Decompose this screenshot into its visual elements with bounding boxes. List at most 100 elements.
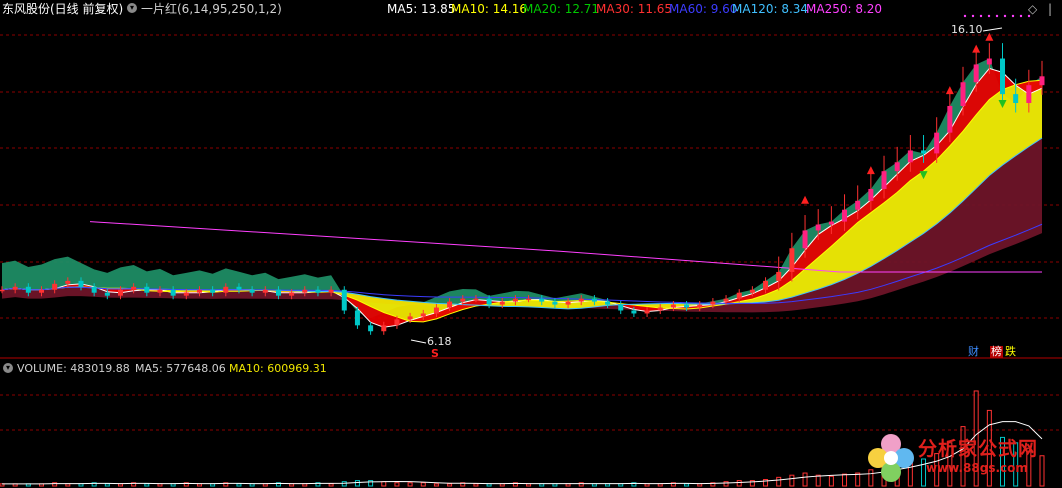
ma-ribbons (2, 58, 1042, 328)
volume-bar (262, 483, 268, 487)
candle-body (499, 301, 505, 305)
candle-body (815, 224, 821, 231)
up-arrow-icon (801, 195, 810, 204)
candle-body (1000, 58, 1006, 95)
volume-bar (644, 483, 650, 487)
candle-body (749, 289, 755, 293)
watermark-title: 分析家公式网 (918, 438, 1039, 460)
candle-body (131, 286, 137, 290)
finance-tag[interactable]: 财 (967, 346, 980, 358)
dot-marker (979, 14, 983, 18)
candle-body (170, 289, 176, 296)
candle-body (776, 271, 782, 281)
candle-body (144, 286, 150, 293)
candle-body (249, 289, 255, 293)
candle-body (644, 310, 650, 314)
candle-body (894, 162, 900, 172)
candle-body (618, 304, 624, 311)
dot-marker (971, 14, 975, 18)
volume-bar (381, 481, 387, 487)
volume-bar (289, 483, 295, 487)
candle-body (236, 286, 242, 290)
candle-body (407, 316, 413, 320)
volume-bar (354, 480, 360, 487)
candle-body (341, 289, 347, 311)
watermark-logo: 分析家公式网 www.88gs.com (866, 430, 1062, 488)
candle-body (631, 310, 637, 314)
candle-body (565, 301, 571, 305)
volume-bar (855, 472, 861, 487)
low-pointer (410, 339, 427, 344)
candle-body (473, 298, 479, 301)
candle-body (881, 171, 887, 189)
dot-marker (987, 14, 991, 18)
volume-bar (196, 483, 202, 487)
volume-bar (828, 475, 834, 487)
candle-body (12, 286, 18, 290)
candle-body (868, 188, 874, 201)
volume-bar (539, 483, 545, 487)
chevron-down-icon[interactable]: ▾ (3, 363, 13, 373)
volume-bar (157, 483, 163, 487)
flower-icon (868, 434, 914, 482)
volume-label: VOLUME: 483019.88 (17, 362, 130, 375)
watermark-url: www.88gs.com (926, 461, 1028, 475)
candle-body (78, 280, 84, 287)
candle-body (591, 298, 597, 302)
volume-bar (236, 483, 242, 487)
candle-body (934, 132, 940, 154)
rank-tag[interactable]: 榜 (990, 346, 1003, 358)
low-price-label: 6.18 (427, 335, 452, 348)
volume-bar (341, 481, 347, 487)
candle-body (25, 286, 31, 293)
volume-bar (407, 482, 413, 487)
volume-bar (328, 483, 334, 487)
candle-body (210, 289, 216, 293)
price-chart[interactable] (0, 0, 1062, 488)
candle-body (117, 289, 123, 296)
dot-marker (1003, 14, 1007, 18)
volume-bar (552, 483, 558, 487)
volume-bar (499, 483, 505, 487)
candle-body (1013, 94, 1019, 103)
candle-body (723, 298, 729, 302)
candle-body (855, 200, 861, 210)
volume-bar (104, 483, 110, 487)
volume-bar (302, 483, 308, 487)
candle-body (0, 289, 5, 292)
candle-body (1026, 85, 1032, 103)
dot-marker (995, 14, 999, 18)
candle-body (420, 313, 426, 317)
candle-body (736, 292, 742, 299)
candle-body (986, 58, 992, 65)
dot-marker (963, 14, 967, 18)
dot-marker (1027, 14, 1031, 18)
candle-body (605, 301, 611, 305)
candle-body (526, 298, 532, 301)
volume-bar (697, 483, 703, 487)
candle-body (486, 298, 492, 305)
volume-bar (473, 483, 479, 487)
volume-ma5-label: MA5: 577648.06 (135, 362, 226, 375)
candle-body (52, 283, 58, 290)
volume-header: ▾ VOLUME: 483019.88 MA5: 577648.06 MA10:… (0, 361, 1062, 377)
up-arrow-icon (945, 86, 954, 95)
up-arrow-icon (866, 166, 875, 175)
candle-body (223, 286, 229, 293)
candle-body (802, 230, 808, 249)
volume-bar (736, 480, 742, 487)
candle-body (684, 304, 690, 308)
volume-bar (420, 482, 426, 487)
up-arrow-icon (972, 44, 981, 53)
drop-tag[interactable]: 跌 (1004, 346, 1017, 358)
candle-body (91, 286, 97, 293)
volume-bar (394, 482, 400, 487)
candle-body (315, 289, 321, 293)
candle-body (157, 289, 163, 293)
candle-body (578, 298, 584, 302)
candle-body (670, 304, 676, 308)
volume-bar (170, 483, 176, 487)
candle-body (960, 82, 966, 106)
candle-body (973, 64, 979, 83)
volume-bar (684, 483, 690, 487)
